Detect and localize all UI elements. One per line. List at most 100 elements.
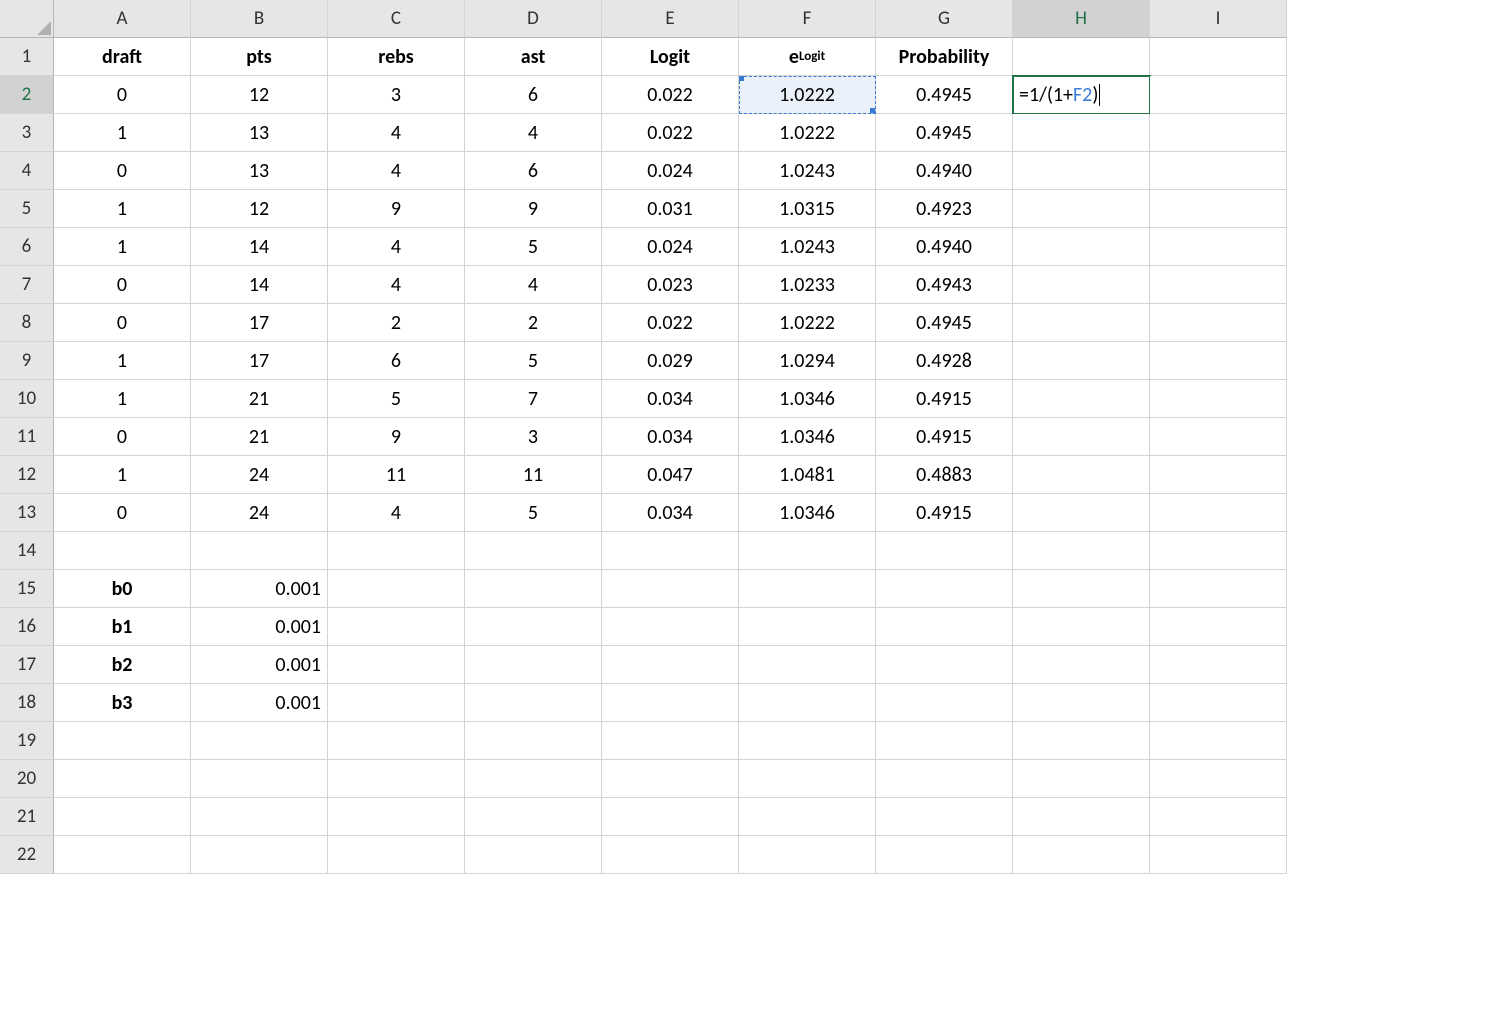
cell-G17[interactable] bbox=[876, 646, 1013, 684]
cell-D17[interactable] bbox=[465, 646, 602, 684]
cell-B16[interactable]: 0.001 bbox=[191, 608, 328, 646]
cell-B18[interactable]: 0.001 bbox=[191, 684, 328, 722]
cell-B21[interactable] bbox=[191, 798, 328, 836]
cell-I7[interactable] bbox=[1150, 266, 1287, 304]
cell-C15[interactable] bbox=[328, 570, 465, 608]
cell-A9[interactable]: 1 bbox=[54, 342, 191, 380]
cell-E15[interactable] bbox=[602, 570, 739, 608]
cell-A4[interactable]: 0 bbox=[54, 152, 191, 190]
cell-E7[interactable]: 0.023 bbox=[602, 266, 739, 304]
select-all-corner[interactable] bbox=[0, 0, 54, 38]
cell-F4[interactable]: 1.0243 bbox=[739, 152, 876, 190]
cell-B15[interactable]: 0.001 bbox=[191, 570, 328, 608]
cell-G20[interactable] bbox=[876, 760, 1013, 798]
cell-F14[interactable] bbox=[739, 532, 876, 570]
col-header-F[interactable]: F bbox=[739, 0, 876, 38]
cell-I10[interactable] bbox=[1150, 380, 1287, 418]
cell-G22[interactable] bbox=[876, 836, 1013, 874]
cell-C6[interactable]: 4 bbox=[328, 228, 465, 266]
cell-C17[interactable] bbox=[328, 646, 465, 684]
referenced-cell-F2[interactable]: 1.0222 bbox=[739, 76, 876, 114]
cell-G18[interactable] bbox=[876, 684, 1013, 722]
cell-G11[interactable]: 0.4915 bbox=[876, 418, 1013, 456]
row-header-8[interactable]: 8 bbox=[0, 304, 54, 342]
cell-D13[interactable]: 5 bbox=[465, 494, 602, 532]
cell-G6[interactable]: 0.4940 bbox=[876, 228, 1013, 266]
cell-A1[interactable]: draft bbox=[54, 38, 191, 76]
cell-I18[interactable] bbox=[1150, 684, 1287, 722]
cell-A12[interactable]: 1 bbox=[54, 456, 191, 494]
cell-G1[interactable]: Probability bbox=[876, 38, 1013, 76]
cell-C1[interactable]: rebs bbox=[328, 38, 465, 76]
cell-D5[interactable]: 9 bbox=[465, 190, 602, 228]
cell-A8[interactable]: 0 bbox=[54, 304, 191, 342]
cell-F11[interactable]: 1.0346 bbox=[739, 418, 876, 456]
cell-F20[interactable] bbox=[739, 760, 876, 798]
cell-G16[interactable] bbox=[876, 608, 1013, 646]
cell-I3[interactable] bbox=[1150, 114, 1287, 152]
cell-G21[interactable] bbox=[876, 798, 1013, 836]
cell-G2[interactable]: 0.4945 bbox=[876, 76, 1013, 114]
cell-E8[interactable]: 0.022 bbox=[602, 304, 739, 342]
cell-A3[interactable]: 1 bbox=[54, 114, 191, 152]
cell-A2[interactable]: 0 bbox=[54, 76, 191, 114]
cell-F17[interactable] bbox=[739, 646, 876, 684]
cell-G9[interactable]: 0.4928 bbox=[876, 342, 1013, 380]
cell-E18[interactable] bbox=[602, 684, 739, 722]
cell-D15[interactable] bbox=[465, 570, 602, 608]
row-header-6[interactable]: 6 bbox=[0, 228, 54, 266]
cell-E12[interactable]: 0.047 bbox=[602, 456, 739, 494]
cell-E19[interactable] bbox=[602, 722, 739, 760]
cell-F12[interactable]: 1.0481 bbox=[739, 456, 876, 494]
cell-B1[interactable]: pts bbox=[191, 38, 328, 76]
cell-G7[interactable]: 0.4943 bbox=[876, 266, 1013, 304]
row-header-4[interactable]: 4 bbox=[0, 152, 54, 190]
cell-G13[interactable]: 0.4915 bbox=[876, 494, 1013, 532]
cell-A15[interactable]: b0 bbox=[54, 570, 191, 608]
row-header-22[interactable]: 22 bbox=[0, 836, 54, 874]
cell-I13[interactable] bbox=[1150, 494, 1287, 532]
cell-A13[interactable]: 0 bbox=[54, 494, 191, 532]
cell-D18[interactable] bbox=[465, 684, 602, 722]
cell-C7[interactable]: 4 bbox=[328, 266, 465, 304]
cell-I15[interactable] bbox=[1150, 570, 1287, 608]
cell-E4[interactable]: 0.024 bbox=[602, 152, 739, 190]
col-header-A[interactable]: A bbox=[54, 0, 191, 38]
cell-C4[interactable]: 4 bbox=[328, 152, 465, 190]
cell-D16[interactable] bbox=[465, 608, 602, 646]
col-header-G[interactable]: G bbox=[876, 0, 1013, 38]
cell-H1[interactable] bbox=[1013, 38, 1150, 76]
row-header-11[interactable]: 11 bbox=[0, 418, 54, 456]
cell-C19[interactable] bbox=[328, 722, 465, 760]
cell-H19[interactable] bbox=[1013, 722, 1150, 760]
cell-I20[interactable] bbox=[1150, 760, 1287, 798]
cell-I14[interactable] bbox=[1150, 532, 1287, 570]
row-header-3[interactable]: 3 bbox=[0, 114, 54, 152]
cell-H10[interactable] bbox=[1013, 380, 1150, 418]
cell-C14[interactable] bbox=[328, 532, 465, 570]
spreadsheet-grid[interactable]: ABCDEFGHI1draftptsrebsastLogiteLogitProb… bbox=[0, 0, 1507, 874]
row-header-10[interactable]: 10 bbox=[0, 380, 54, 418]
cell-A18[interactable]: b3 bbox=[54, 684, 191, 722]
cell-F6[interactable]: 1.0243 bbox=[739, 228, 876, 266]
cell-D8[interactable]: 2 bbox=[465, 304, 602, 342]
cell-H12[interactable] bbox=[1013, 456, 1150, 494]
cell-A19[interactable] bbox=[54, 722, 191, 760]
cell-D19[interactable] bbox=[465, 722, 602, 760]
row-header-15[interactable]: 15 bbox=[0, 570, 54, 608]
cell-D2[interactable]: 6 bbox=[465, 76, 602, 114]
cell-B10[interactable]: 21 bbox=[191, 380, 328, 418]
row-header-2[interactable]: 2 bbox=[0, 76, 54, 114]
col-header-C[interactable]: C bbox=[328, 0, 465, 38]
cell-F21[interactable] bbox=[739, 798, 876, 836]
cell-A11[interactable]: 0 bbox=[54, 418, 191, 456]
cell-G19[interactable] bbox=[876, 722, 1013, 760]
cell-E6[interactable]: 0.024 bbox=[602, 228, 739, 266]
cell-F10[interactable]: 1.0346 bbox=[739, 380, 876, 418]
row-header-16[interactable]: 16 bbox=[0, 608, 54, 646]
cell-C10[interactable]: 5 bbox=[328, 380, 465, 418]
col-header-D[interactable]: D bbox=[465, 0, 602, 38]
cell-H3[interactable] bbox=[1013, 114, 1150, 152]
cell-I4[interactable] bbox=[1150, 152, 1287, 190]
cell-B6[interactable]: 14 bbox=[191, 228, 328, 266]
